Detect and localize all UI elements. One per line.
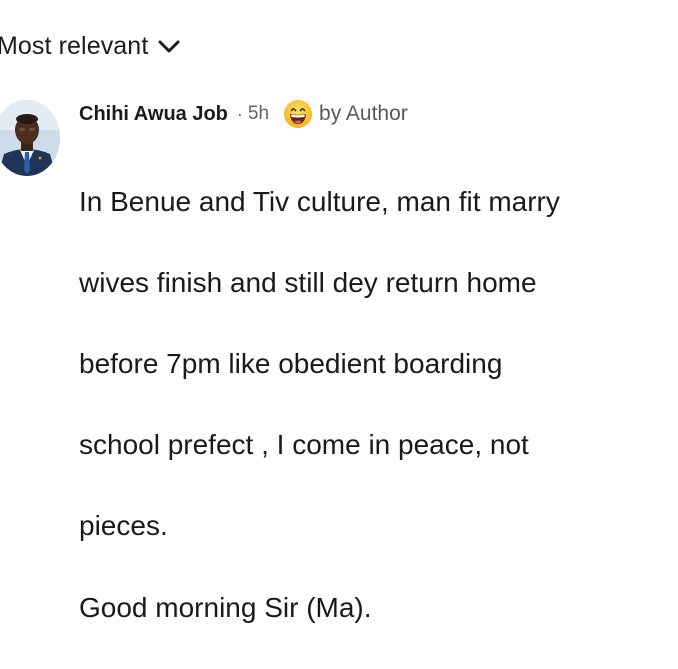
comment-line: wives finish and still dey return home [79, 266, 537, 298]
comment-meta: Chihi Awua Job · 5h by Author [79, 98, 669, 130]
avatar-image [0, 100, 60, 176]
chevron-down-icon [158, 40, 180, 52]
grinning-face-emoji-icon [284, 100, 313, 128]
sort-dropdown[interactable]: Most relevant [0, 32, 180, 61]
comment-body: Chihi Awua Job · 5h by Author In Benue a… [79, 98, 669, 669]
comment-line: Good morning Sir (Ma). [79, 591, 372, 623]
sort-label: Most relevant [0, 32, 149, 60]
timestamp[interactable]: 5h [248, 103, 269, 125]
avatar[interactable] [0, 100, 60, 176]
author-badge: by Author [319, 102, 408, 125]
meta-separator: · [236, 103, 243, 124]
author-name[interactable]: Chihi Awua Job [79, 103, 228, 126]
comment-line: In Benue and Tiv culture, man fit marry [79, 185, 560, 217]
comment-line: before 7pm like obedient boarding [79, 347, 503, 379]
comment-line: school prefect , I come in peace, not [79, 429, 529, 461]
comment-text: In Benue and Tiv culture, man fit marry … [79, 141, 678, 669]
comment-line: pieces. [79, 510, 168, 542]
